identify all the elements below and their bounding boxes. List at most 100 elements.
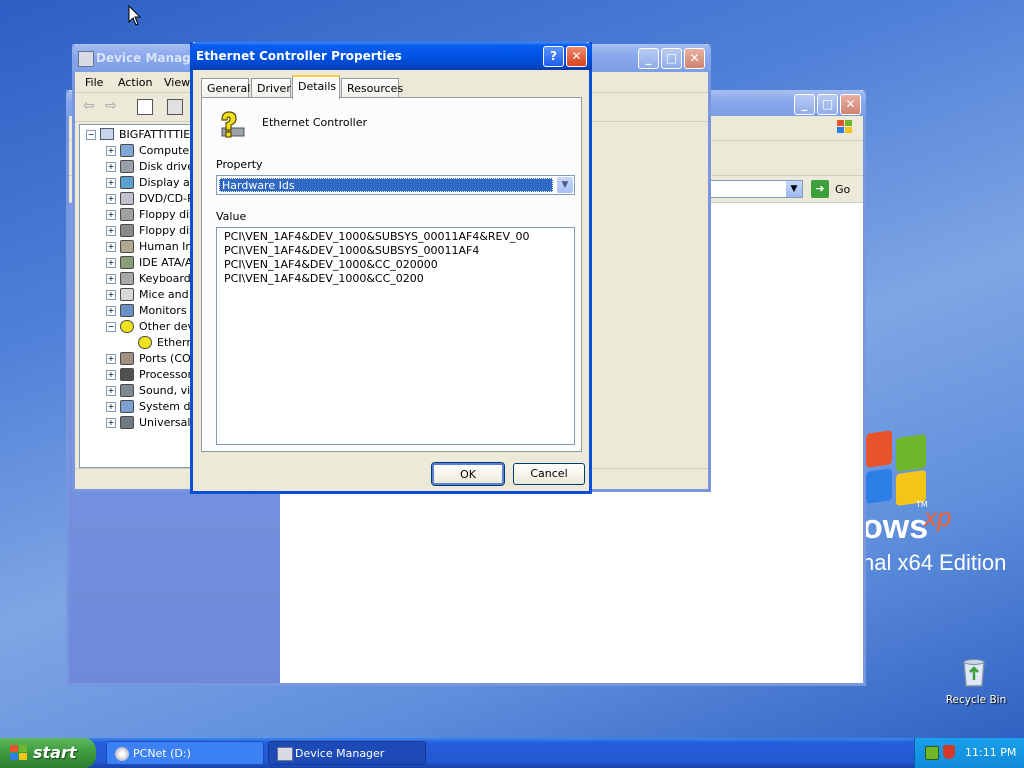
brand-sup: xp — [924, 502, 952, 532]
property-label: Property — [216, 158, 263, 171]
unknown-device-icon — [216, 110, 248, 142]
port-icon — [120, 352, 134, 365]
show-hide-tree-icon[interactable] — [137, 99, 153, 115]
collapse-box[interactable]: − — [86, 130, 96, 140]
menu-action[interactable]: Action — [118, 76, 152, 89]
hid-icon — [120, 240, 134, 253]
expand-box[interactable]: + — [106, 418, 116, 428]
tab-strip: General Driver Details Resources — [201, 75, 581, 99]
tree-item-label: Keyboards — [139, 272, 197, 285]
unknown-device-icon — [120, 320, 134, 333]
go-arrow-icon: ➔ — [811, 180, 829, 198]
value-item[interactable]: PCI\VEN_1AF4&DEV_1000&SUBSYS_00011AF4&RE… — [224, 230, 530, 243]
brand-word: ows — [862, 508, 929, 546]
close-button[interactable]: ✕ — [840, 94, 861, 115]
sound-icon — [120, 384, 134, 397]
brand-edition: nal x64 Edition — [862, 550, 1007, 575]
minimize-button[interactable]: _ — [638, 48, 659, 69]
taskbar-button-label: PCNet (D:) — [133, 747, 191, 760]
recycle-bin[interactable]: Recycle Bin — [944, 656, 1008, 710]
value-list[interactable]: PCI\VEN_1AF4&DEV_1000&SUBSYS_00011AF4&RE… — [216, 227, 575, 445]
cd-drive-icon — [115, 747, 129, 761]
clock[interactable]: 11:11 PM — [965, 746, 1016, 759]
windows-flag-icon — [10, 745, 28, 761]
disk-drive-icon — [120, 160, 134, 173]
menu-view[interactable]: View — [164, 76, 190, 89]
display-adapter-icon — [120, 176, 134, 189]
keyboard-icon — [120, 272, 134, 285]
expand-box[interactable]: + — [106, 370, 116, 380]
maximize-button[interactable]: □ — [817, 94, 838, 115]
expand-box[interactable]: + — [106, 242, 116, 252]
expand-box[interactable]: + — [106, 162, 116, 172]
computer-root-icon — [100, 128, 114, 140]
start-button[interactable]: start — [0, 738, 96, 768]
cdrom-icon — [120, 192, 134, 205]
property-select[interactable]: Hardware Ids ▼ — [216, 175, 575, 195]
go-label: Go — [835, 183, 851, 196]
device-manager-icon — [277, 747, 293, 761]
floppy-drive-icon — [120, 224, 134, 237]
network-icon[interactable] — [925, 746, 939, 760]
device-manager-icon — [78, 51, 94, 67]
ok-button[interactable]: OK — [432, 463, 504, 485]
properties-dialog[interactable]: Ethernet Controller Properties ? ✕ Gener… — [190, 42, 592, 494]
taskbar-button-pcnet[interactable]: PCNet (D:) — [106, 741, 264, 765]
device-tree[interactable]: − BIGFATTITTIES + Computer + Disk drives + Di… — [79, 124, 198, 468]
system-device-icon — [120, 400, 134, 413]
tab-driver[interactable]: Driver — [251, 78, 291, 98]
menu-file[interactable]: File — [85, 76, 103, 89]
cancel-button[interactable]: Cancel — [513, 463, 585, 485]
tree-root-label: BIGFATTITTIES — [119, 128, 198, 141]
expand-box[interactable]: + — [106, 194, 116, 204]
dialog-titlebar[interactable]: Ethernet Controller Properties ? ✕ — [190, 42, 592, 70]
start-label: start — [33, 743, 77, 762]
forward-arrow-icon[interactable]: ⇨ — [105, 98, 117, 114]
collapse-box[interactable]: − — [106, 322, 116, 332]
expand-box[interactable]: + — [106, 258, 116, 268]
help-button[interactable]: ? — [543, 46, 564, 67]
close-button[interactable]: ✕ — [566, 46, 587, 67]
maximize-button[interactable]: □ — [661, 48, 682, 69]
windows-flag-logo — [866, 426, 930, 510]
tree-item-label: Computer — [139, 144, 194, 157]
expand-box[interactable]: + — [106, 306, 116, 316]
address-dropdown-button[interactable]: ▼ — [786, 181, 802, 197]
floppy-icon — [120, 208, 134, 221]
close-button[interactable]: ✕ — [684, 48, 705, 69]
tab-resources[interactable]: Resources — [341, 78, 403, 98]
unknown-device-icon — [138, 336, 152, 349]
expand-box[interactable]: + — [106, 290, 116, 300]
taskbar-button-label: Device Manager — [295, 747, 385, 760]
chevron-down-icon[interactable]: ▼ — [557, 177, 573, 193]
mouse-icon — [120, 288, 134, 301]
tree-item-label: Processors — [139, 368, 198, 381]
value-item[interactable]: PCI\VEN_1AF4&DEV_1000&CC_020000 — [224, 258, 438, 271]
go-button[interactable]: ➔ Go — [811, 180, 855, 198]
tab-details[interactable]: Details — [292, 75, 340, 99]
property-selected-value: Hardware Ids — [219, 178, 553, 192]
expand-box[interactable]: + — [106, 386, 116, 396]
device-manager-title: Device Manage — [96, 51, 199, 65]
value-item[interactable]: PCI\VEN_1AF4&DEV_1000&CC_0200 — [224, 272, 424, 285]
value-item[interactable]: PCI\VEN_1AF4&DEV_1000&SUBSYS_00011AF4 — [224, 244, 479, 257]
expand-box[interactable]: + — [106, 354, 116, 364]
security-shield-icon[interactable] — [943, 745, 955, 759]
recycle-bin-label: Recycle Bin — [945, 694, 1007, 706]
value-label: Value — [216, 210, 247, 223]
monitor-icon — [120, 304, 134, 317]
properties-icon[interactable] — [167, 99, 183, 115]
expand-box[interactable]: + — [106, 274, 116, 284]
tab-general[interactable]: General — [201, 78, 250, 98]
expand-box[interactable]: + — [106, 210, 116, 220]
expand-box[interactable]: + — [106, 402, 116, 412]
taskbar-button-device-manager[interactable]: Device Manager — [268, 741, 426, 765]
back-arrow-icon[interactable]: ⇦ — [83, 98, 95, 114]
expand-box[interactable]: + — [106, 178, 116, 188]
dialog-title: Ethernet Controller Properties — [196, 49, 402, 63]
mouse-cursor — [128, 4, 142, 30]
minimize-button[interactable]: _ — [794, 94, 815, 115]
recycle-bin-icon — [960, 658, 988, 688]
expand-box[interactable]: + — [106, 146, 116, 156]
expand-box[interactable]: + — [106, 226, 116, 236]
